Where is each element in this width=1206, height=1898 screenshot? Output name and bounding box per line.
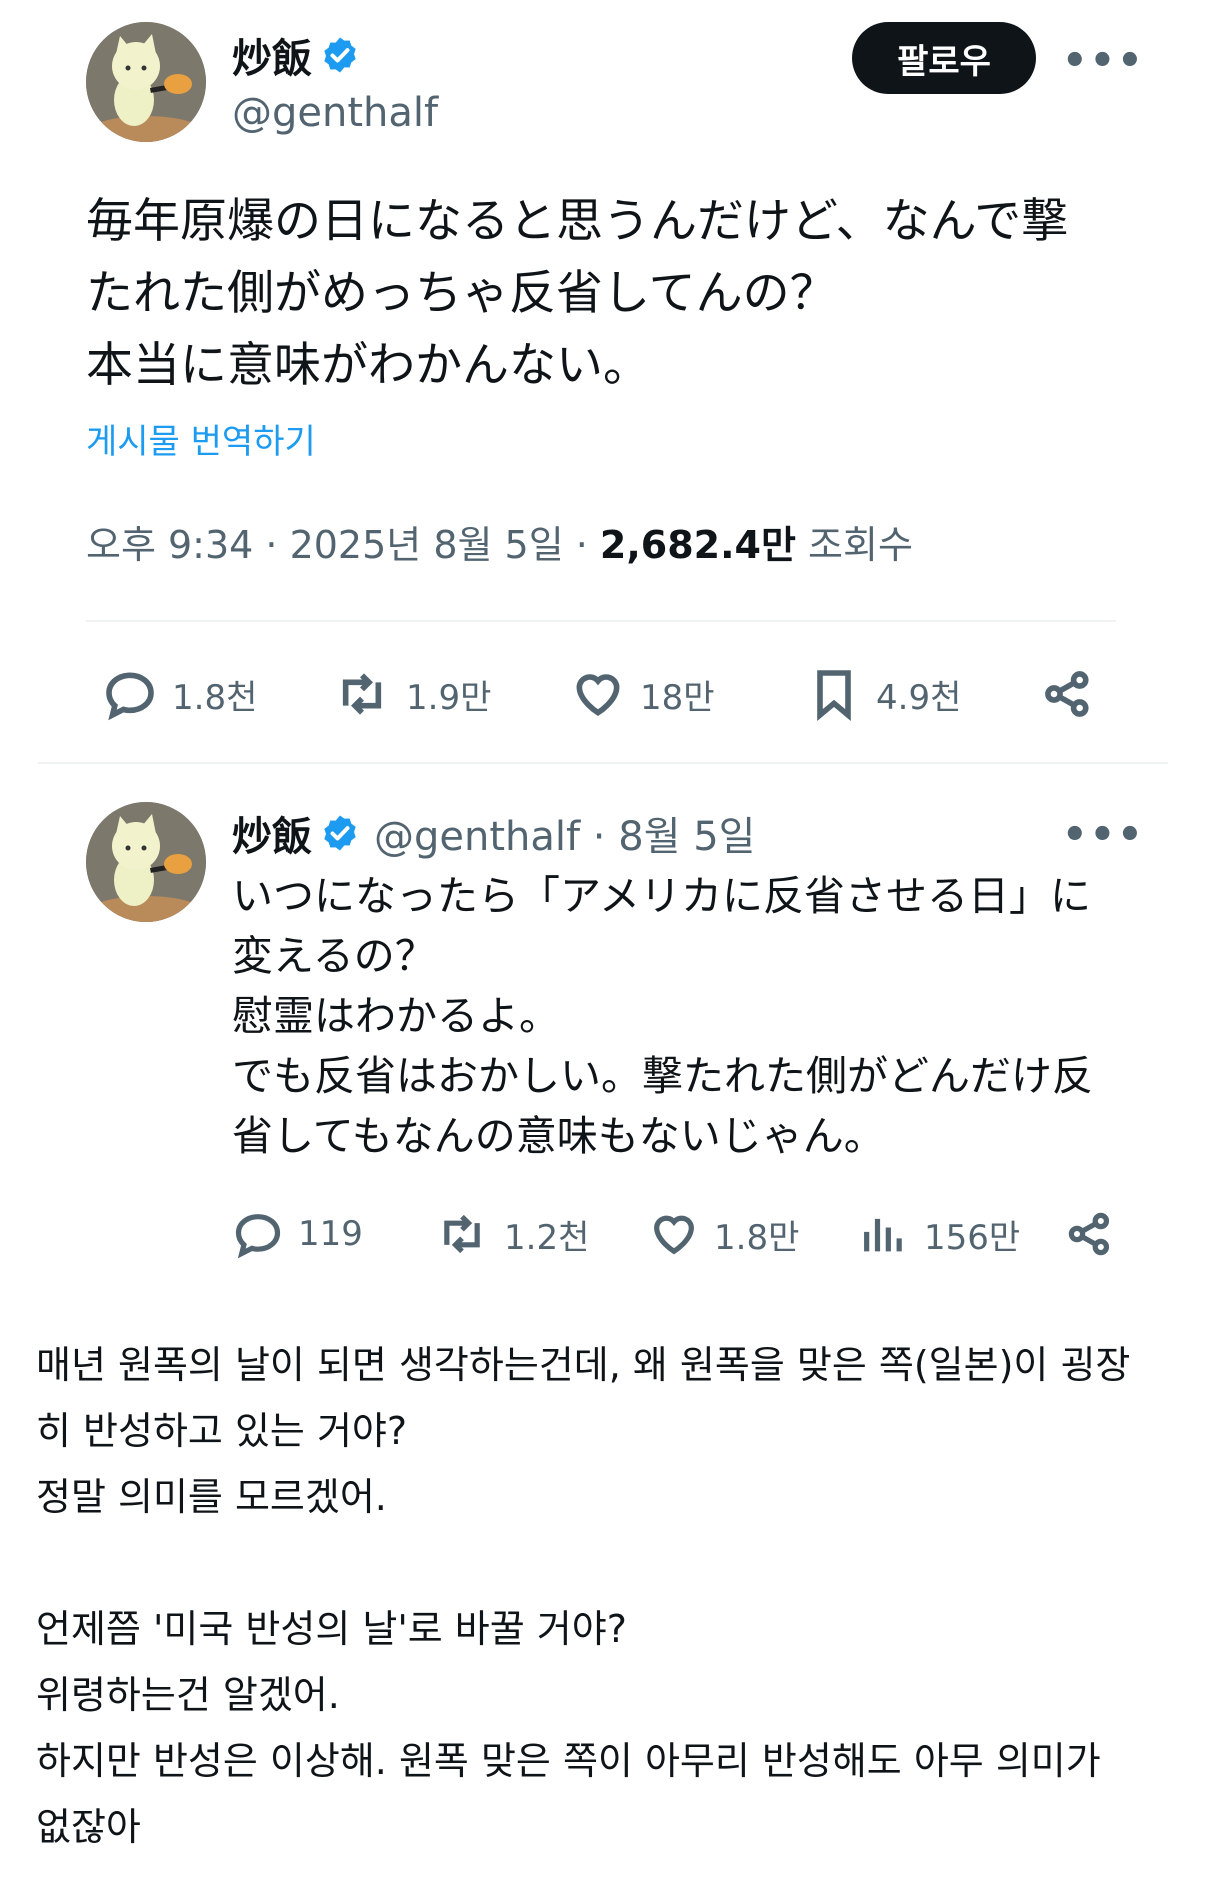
tweet-timestamp[interactable]: 오후 9:34 · 2025년 8월 5일 · bbox=[86, 523, 600, 567]
like-icon bbox=[576, 674, 620, 716]
share-button[interactable] bbox=[1064, 1208, 1116, 1260]
views-label: 조회수 bbox=[795, 523, 913, 567]
divider bbox=[86, 620, 1116, 622]
divider bbox=[38, 762, 1168, 764]
views-button[interactable]: 156만 bbox=[858, 1208, 1020, 1260]
author-handle-date[interactable]: @genthalf · 8월 5일 bbox=[374, 804, 755, 862]
verified-badge-icon bbox=[320, 813, 360, 853]
reply-icon bbox=[106, 672, 154, 721]
bookmark-button[interactable]: 4.9천 bbox=[806, 666, 961, 722]
more-icon[interactable]: ••• bbox=[1062, 38, 1145, 84]
avatar[interactable] bbox=[86, 802, 206, 922]
follow-button[interactable]: 팔로우 bbox=[852, 22, 1036, 94]
reply-text: いつになったら「アメリカに反省させる日」に 変えるの？ 慰霊はわかるよ。 でも反… bbox=[232, 872, 1093, 1160]
like-icon bbox=[654, 1215, 694, 1255]
reply-count: 119 bbox=[298, 1214, 363, 1254]
translate-link[interactable]: 게시물 번역하기 bbox=[86, 414, 316, 463]
retweet-icon bbox=[444, 1214, 480, 1254]
like-count: 1.8만 bbox=[714, 1217, 800, 1258]
like-button[interactable]: 1.8만 bbox=[648, 1208, 799, 1260]
more-icon[interactable]: ••• bbox=[1062, 812, 1145, 858]
views-icon bbox=[864, 1218, 902, 1252]
retweet-count: 1.9만 bbox=[406, 677, 492, 718]
retweet-button[interactable]: 1.2천 bbox=[434, 1208, 589, 1260]
share-button[interactable] bbox=[1040, 666, 1096, 722]
retweet-count: 1.2천 bbox=[504, 1217, 590, 1258]
tweet-text: 毎年原爆の日になると思うんだけど、なんで撃 たれた側がめっちゃ反省してんの？ 本… bbox=[86, 194, 1069, 393]
views-count: 156만 bbox=[924, 1217, 1021, 1258]
reply-count: 1.8천 bbox=[172, 677, 258, 718]
author-handle[interactable]: @genthalf bbox=[232, 90, 438, 136]
retweet-icon bbox=[342, 673, 382, 715]
author-name[interactable]: 炒飯 bbox=[232, 804, 312, 862]
like-count: 18만 bbox=[640, 677, 715, 718]
translation-text: 매년 원폭의 날이 되면 생각하는건데, 왜 원폭을 맞은 쪽(일본)이 굉장 … bbox=[36, 1343, 1131, 1849]
reply-header: 炒飯 @genthalf · 8월 5일 bbox=[232, 804, 755, 862]
retweet-button[interactable]: 1.9만 bbox=[332, 666, 491, 722]
views-count: 2,682.4만 bbox=[599, 523, 796, 567]
author-name-row: 炒飯 bbox=[232, 26, 360, 84]
share-icon bbox=[1068, 1212, 1110, 1256]
bookmark-count: 4.9천 bbox=[876, 677, 962, 718]
reply-button[interactable]: 1.8천 bbox=[102, 666, 257, 722]
reply-icon bbox=[235, 1214, 281, 1259]
bookmark-icon bbox=[817, 670, 851, 721]
tweet-meta: 오후 9:34 · 2025년 8월 5일 · 2,682.4만 조회수 bbox=[86, 514, 913, 569]
reply-button[interactable]: 119 bbox=[232, 1208, 363, 1260]
like-button[interactable]: 18만 bbox=[570, 666, 715, 722]
avatar[interactable] bbox=[86, 22, 206, 142]
verified-badge-icon bbox=[320, 35, 360, 75]
author-name[interactable]: 炒飯 bbox=[232, 26, 312, 84]
share-icon bbox=[1045, 671, 1089, 717]
